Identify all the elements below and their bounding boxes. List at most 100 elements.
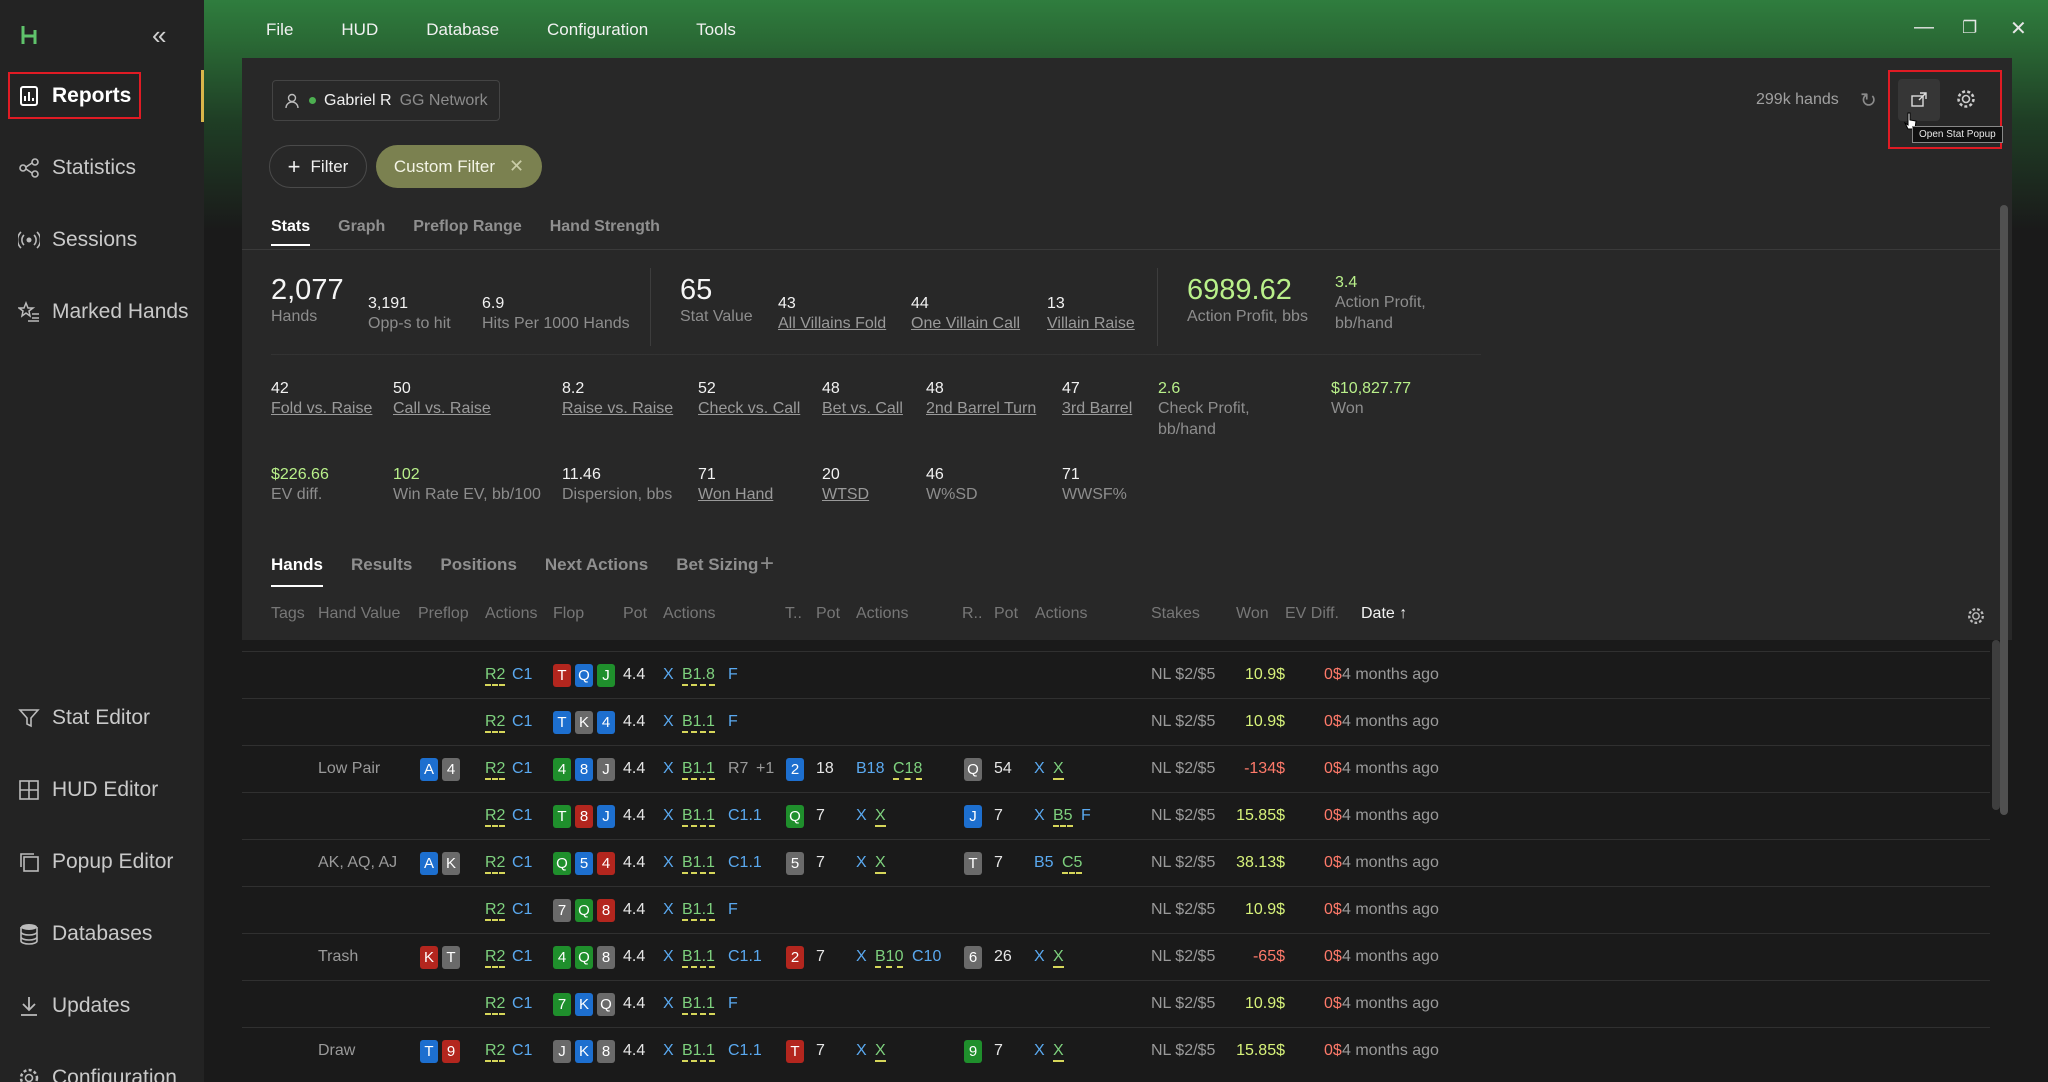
won-amount: -65$ xyxy=(1252,948,1285,965)
add-filter-button[interactable]: + Filter xyxy=(269,145,367,188)
sidebar-item-statistics[interactable]: Statistics xyxy=(18,156,136,180)
tab-graph[interactable]: Graph xyxy=(338,218,385,246)
stat-all-villains-fold[interactable]: 43 All Villains Fold xyxy=(778,295,886,334)
menu-hud[interactable]: HUD xyxy=(341,20,378,40)
table-settings-gear-icon[interactable] xyxy=(1966,606,1986,626)
col-preflop-actions[interactable]: Actions xyxy=(485,605,537,623)
custom-filter-chip[interactable]: Custom Filter ✕ xyxy=(376,145,542,188)
col-hand-value[interactable]: Hand Value xyxy=(318,605,400,623)
flop-action: C1.1 xyxy=(728,948,762,965)
table-row[interactable]: R2 C1 7 Q 8 4.4 X B1.1 F NL $2/$5 10.9$ 0$ 4 months … xyxy=(242,886,1990,933)
sidebar-item-sessions[interactable]: Sessions xyxy=(18,228,137,252)
table-row[interactable]: R2 C1 T K 4 4.4 X B1.1 F NL $2/$5 10.9$ 0$ 4 months … xyxy=(242,698,1990,745)
flop-action: F xyxy=(728,995,738,1012)
ev-diff: 0$ xyxy=(1324,760,1342,777)
table-row[interactable]: R2 C1 T Q J 4.4 X B1.8 F NL $2/$5 10.9$ 0$ 4 months … xyxy=(242,651,1990,698)
col-preflop[interactable]: Preflop xyxy=(418,605,469,623)
flop-card: 8 xyxy=(597,946,615,969)
stat-label: Hands xyxy=(271,308,318,325)
preflop-action: R2 xyxy=(485,760,506,780)
stat-fold-vs-raise[interactable]: 42 Fold vs. Raise xyxy=(271,380,372,419)
tab-positions[interactable]: Positions xyxy=(440,555,517,587)
flop-action: B1.1 xyxy=(682,854,715,874)
tab-results[interactable]: Results xyxy=(351,555,412,587)
preflop-action: C1 xyxy=(512,854,533,871)
sidebar-item-marked-hands[interactable]: Marked Hands xyxy=(18,300,189,324)
col-flop[interactable]: Flop xyxy=(553,605,584,623)
stat-2nd-barrel-turn[interactable]: 48 2nd Barrel Turn xyxy=(926,380,1036,419)
add-tab-icon[interactable]: + xyxy=(760,550,774,578)
flop-card: J xyxy=(597,664,615,687)
ev-diff: 0$ xyxy=(1324,713,1342,730)
tab-stats[interactable]: Stats xyxy=(271,218,311,246)
stat-won-hand[interactable]: 71 Won Hand xyxy=(698,466,773,505)
player-selector[interactable]: Gabriel R GG Network xyxy=(272,80,500,121)
col-ev-diff[interactable]: EV Diff. xyxy=(1285,605,1339,623)
panel-scrollbar[interactable] xyxy=(2000,205,2008,815)
col-river[interactable]: R.. xyxy=(962,605,982,623)
sidebar-item-label: Popup Editor xyxy=(52,850,174,873)
close-icon[interactable]: ✕ xyxy=(2010,16,2027,41)
menu-configuration[interactable]: Configuration xyxy=(547,20,648,40)
table-row[interactable]: R2 C1 7 K Q 4.4 X B1.1 F NL $2/$5 10.9$ 0$ 4 months … xyxy=(242,980,1990,1027)
stat-value: 2,077 xyxy=(271,274,344,306)
table-row[interactable]: Trash K T R2 C1 4 Q 8 4.4 X B1.1 C1.1 2 7 X B10 C10 6 26 X X… xyxy=(242,933,1990,980)
col-date[interactable]: Date ↑ xyxy=(1361,605,1407,623)
tab-next-actions[interactable]: Next Actions xyxy=(545,555,648,587)
table-row[interactable]: Low Pair A 4 R2 C1 4 8 J 4.4 X B1.1 R7 +1 2 18 B18 C18 Q 5… xyxy=(242,745,1990,792)
remove-filter-icon[interactable]: ✕ xyxy=(509,156,524,177)
col-tags[interactable]: Tags xyxy=(271,605,305,623)
menu-file[interactable]: File xyxy=(266,20,293,40)
stat-one-villain-call[interactable]: 44 One Villain Call xyxy=(911,295,1020,334)
stat-wsd: 46 W%SD xyxy=(926,466,978,505)
menu-tools[interactable]: Tools xyxy=(696,20,736,40)
preflop-action: R2 xyxy=(485,713,506,733)
sidebar-item-configuration[interactable]: Configuration xyxy=(18,1066,177,1082)
sidebar-item-popup-editor[interactable]: Popup Editor xyxy=(18,850,173,874)
restore-icon[interactable]: ❐ xyxy=(1962,18,1977,38)
stat-villain-raise[interactable]: 13 Villain Raise xyxy=(1047,295,1135,334)
col-river-actions[interactable]: Actions xyxy=(1035,605,1087,623)
tab-divider xyxy=(242,249,2002,250)
stat-3rd-barrel[interactable]: 47 3rd Barrel xyxy=(1062,380,1132,419)
col-turn-pot[interactable]: Pot xyxy=(816,605,840,623)
col-turn-actions[interactable]: Actions xyxy=(856,605,908,623)
stat-label: Opp-s to hit xyxy=(368,315,451,332)
tab-bet-sizing[interactable]: Bet Sizing xyxy=(676,555,758,587)
refresh-icon[interactable]: ↻ xyxy=(1860,88,1877,113)
menu-bar: File HUD Database Configuration Tools xyxy=(266,20,736,40)
col-turn[interactable]: T.. xyxy=(785,605,802,623)
tab-hands[interactable]: Hands xyxy=(271,555,323,587)
stat-value: 20 xyxy=(822,466,840,483)
sidebar-item-hud-editor[interactable]: HUD Editor xyxy=(18,778,158,802)
stat-call-vs-raise[interactable]: 50 Call vs. Raise xyxy=(393,380,491,419)
col-flop-actions[interactable]: Actions xyxy=(663,605,715,623)
col-won[interactable]: Won xyxy=(1236,605,1269,623)
menu-database[interactable]: Database xyxy=(426,20,499,40)
sidebar-item-databases[interactable]: Databases xyxy=(18,922,152,946)
table-scrollbar[interactable] xyxy=(1992,640,2000,810)
preflop-action: C1 xyxy=(512,807,533,824)
date: 4 months ago xyxy=(1342,807,1439,824)
collapse-sidebar-icon[interactable]: « xyxy=(152,20,166,51)
table-row[interactable]: AK, AQ, AJ A K R2 C1 Q 5 4 4.4 X B1.1 C1.1 5 7 X X T 7 B5 C… xyxy=(242,839,1990,886)
flop-action: F xyxy=(728,901,738,918)
flop-card: Q xyxy=(597,993,615,1016)
flop-card: 4 xyxy=(597,852,615,875)
stat-raise-vs-raise[interactable]: 8.2 Raise vs. Raise xyxy=(562,380,673,419)
stat-wtsd[interactable]: 20 WTSD xyxy=(822,466,869,505)
col-river-pot[interactable]: Pot xyxy=(994,605,1018,623)
flop-action: X xyxy=(663,760,674,777)
sidebar-item-stat-editor[interactable]: Stat Editor xyxy=(18,706,150,730)
table-row[interactable]: Draw T 9 R2 C1 J K 8 4.4 X B1.1 C1.1 T 7 X X 9 7 X X NL $2/$… xyxy=(242,1027,1990,1074)
tab-hand-strength[interactable]: Hand Strength xyxy=(550,218,660,246)
col-flop-pot[interactable]: Pot xyxy=(623,605,647,623)
sidebar-item-updates[interactable]: Updates xyxy=(18,994,130,1018)
tab-preflop-range[interactable]: Preflop Range xyxy=(413,218,521,246)
ev-diff: 0$ xyxy=(1324,901,1342,918)
col-stakes[interactable]: Stakes xyxy=(1151,605,1200,623)
stat-check-vs-call[interactable]: 52 Check vs. Call xyxy=(698,380,800,419)
stat-bet-vs-call[interactable]: 48 Bet vs. Call xyxy=(822,380,903,419)
minimize-icon[interactable]: — xyxy=(1914,16,1934,39)
table-row[interactable]: R2 C1 T 8 J 4.4 X B1.1 C1.1 Q 7 X X J 7 X B5 F NL $2/$5 15.… xyxy=(242,792,1990,839)
